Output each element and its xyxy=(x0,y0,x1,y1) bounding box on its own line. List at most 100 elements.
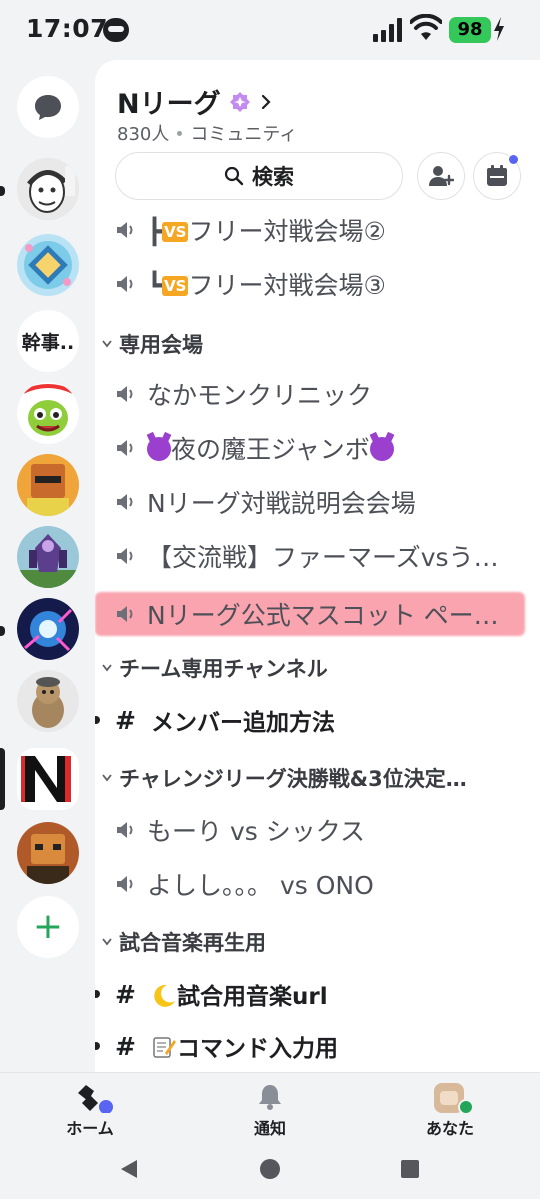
guild-header[interactable]: Nリーグ xyxy=(117,82,273,121)
selected-server-indicator xyxy=(0,748,5,810)
add-server-button[interactable]: + xyxy=(17,896,79,958)
server-icon-alien[interactable] xyxy=(17,382,79,444)
text-channel[interactable]: # コマンド入力用 xyxy=(95,1020,540,1072)
separator-dot xyxy=(177,130,183,136)
server-icon-energy[interactable] xyxy=(17,598,79,660)
speaker-icon xyxy=(117,440,133,456)
raccoon-figure-icon xyxy=(17,670,79,732)
search-icon xyxy=(224,166,244,186)
invite-members-button[interactable] xyxy=(417,152,465,200)
memo-icon xyxy=(153,1037,176,1058)
charging-icon xyxy=(494,17,504,41)
events-button[interactable] xyxy=(473,152,521,200)
voice-channel-highlighted[interactable]: Nリーグ公式マスコット ペー… xyxy=(95,588,540,640)
channel-name: フリー対戦会場② xyxy=(188,217,386,246)
battery-level: 98 xyxy=(449,17,491,43)
voice-channel[interactable]: 夜の魔王ジャンボ xyxy=(95,422,540,474)
text-channel[interactable]: # メンバー追加方法 xyxy=(95,694,540,746)
chevron-down-icon xyxy=(102,664,112,672)
channel-name: もーり vs シックス xyxy=(147,817,365,846)
back-icon[interactable] xyxy=(119,1158,139,1180)
text-channel[interactable]: # 試合用音楽url xyxy=(95,968,540,1020)
chevron-down-icon xyxy=(102,938,112,946)
server-icon-kanji[interactable]: 幹事.. xyxy=(17,310,79,372)
category-challenge-final[interactable]: チャレンジリーグ決勝戦&3位決定… xyxy=(95,756,540,800)
unread-indicator xyxy=(0,186,5,196)
bell-icon xyxy=(259,1085,281,1110)
speaker-icon xyxy=(117,276,133,292)
channel-name: 【交流戦】ファーマーズvsう… xyxy=(147,543,499,572)
nav-notifications-label: 通知 xyxy=(253,1119,286,1138)
voice-channel[interactable]: Nリーグ対戦説明会会場 xyxy=(95,476,540,528)
unread-dot xyxy=(95,1042,100,1050)
chevron-down-icon xyxy=(102,340,112,348)
unread-dot xyxy=(95,716,100,724)
category-label: チャレンジリーグ決勝戦&3位決定… xyxy=(119,767,467,791)
server-icon-blocky-2[interactable] xyxy=(17,822,79,884)
channel-name: コマンド入力用 xyxy=(177,1036,338,1062)
category-label: 専用会場 xyxy=(119,333,203,357)
crescent-moon-icon xyxy=(154,984,175,1007)
nav-home-label: ホーム xyxy=(66,1119,114,1138)
member-count: 830人 xyxy=(117,124,170,145)
home-circle-icon[interactable] xyxy=(259,1158,281,1180)
tree-prefix: ┗ xyxy=(147,271,163,300)
wifi-icon xyxy=(410,14,442,40)
voice-channel-label: ┗ VSフリー対戦会場③ xyxy=(147,266,386,302)
server-icon-n-league[interactable] xyxy=(17,748,79,810)
server-icon-manga[interactable] xyxy=(17,158,79,220)
search-label: 検索 xyxy=(252,165,294,189)
server-icon-armor[interactable] xyxy=(17,526,79,588)
community-badge-icon xyxy=(229,91,250,112)
channel-label: 試合用音楽url xyxy=(151,977,328,1011)
blocky-character-2-icon xyxy=(17,822,79,884)
channel-panel: Nリーグ 830人 コミュニティ 検索 ┣ VSフリー対戦会場② ┗ VSフリー… xyxy=(95,60,540,1072)
direct-messages-button[interactable] xyxy=(17,76,79,138)
voice-channel-free-2[interactable]: ┣ VSフリー対戦会場② xyxy=(95,204,540,256)
category-label: 試合音楽再生用 xyxy=(119,931,266,955)
nav-you-label: あなた xyxy=(425,1119,474,1138)
nav-you[interactable]: あなた xyxy=(390,1081,510,1141)
armored-character-icon xyxy=(17,526,79,588)
voice-channel-label: 夜の魔王ジャンボ xyxy=(147,430,394,466)
voice-channel-free-3[interactable]: ┗ VSフリー対戦会場③ xyxy=(95,258,540,310)
speaker-icon xyxy=(117,606,133,622)
speaker-icon xyxy=(117,494,133,510)
status-bar: 17:07 98 xyxy=(0,0,540,60)
nav-home[interactable]: ホーム xyxy=(30,1081,150,1141)
hash-icon: # xyxy=(115,979,136,1009)
voice-channel-label: ┣ VSフリー対戦会場② xyxy=(147,212,386,248)
chat-bubble-icon xyxy=(35,95,61,120)
hash-icon: # xyxy=(115,705,136,735)
n-logo-icon xyxy=(17,748,79,810)
voice-channel[interactable]: 【交流戦】ファーマーズvsう… xyxy=(95,530,540,582)
chevron-right-icon xyxy=(261,94,271,109)
calendar-icon xyxy=(487,165,507,186)
devil-emoji-icon xyxy=(147,437,171,461)
channel-name: なかモンクリニック xyxy=(147,381,373,410)
server-icon-raccoon[interactable] xyxy=(17,670,79,732)
category-team-channels[interactable]: チーム専用チャンネル xyxy=(95,646,540,690)
search-button[interactable]: 検索 xyxy=(115,152,403,200)
voice-channel[interactable]: なかモンクリニック xyxy=(95,368,540,420)
channel-name: 夜の魔王ジャンボ xyxy=(171,435,370,464)
server-icon-blocky[interactable] xyxy=(17,454,79,516)
app-notification-icon xyxy=(103,18,129,42)
speaker-icon xyxy=(117,222,133,238)
recents-icon[interactable] xyxy=(400,1159,420,1179)
add-member-icon xyxy=(429,166,454,186)
speaker-icon xyxy=(117,876,133,892)
channel-list[interactable]: ┣ VSフリー対戦会場② ┗ VSフリー対戦会場③ 専用会場 なかモンクリニック 夜… xyxy=(95,210,540,1072)
tree-prefix: ┣ xyxy=(147,217,163,246)
channel-name: よしし。。。 vs ONO xyxy=(147,871,374,900)
category-match-music[interactable]: 試合音楽再生用 xyxy=(95,920,540,964)
voice-channel[interactable]: よしし。。。 vs ONO xyxy=(95,858,540,910)
server-icon-emblem[interactable] xyxy=(17,234,79,296)
nav-notifications[interactable]: 通知 xyxy=(210,1081,330,1141)
vs-badge: VS xyxy=(162,276,189,296)
alien-character-icon xyxy=(17,382,79,444)
channel-name: Nリーグ対戦説明会会場 xyxy=(147,489,416,518)
category-dedicated-venue[interactable]: 専用会場 xyxy=(95,322,540,366)
chevron-down-icon xyxy=(102,774,112,782)
voice-channel[interactable]: もーり vs シックス xyxy=(95,804,540,856)
